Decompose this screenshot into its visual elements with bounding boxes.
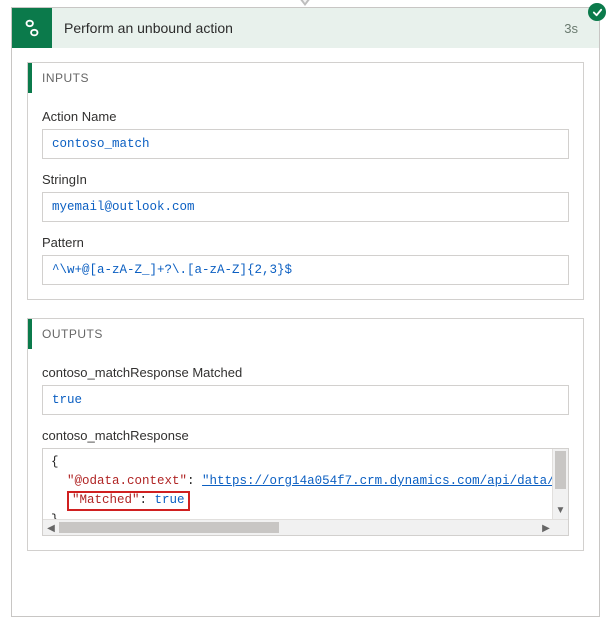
json-key-matched: "Matched" <box>72 493 140 507</box>
json-brace-open: { <box>51 455 59 469</box>
card-content: INPUTS Action Name contoso_match StringI… <box>12 48 599 616</box>
field-value-stringin[interactable]: myemail@outlook.com <box>42 192 569 222</box>
field-value-matched[interactable]: true <box>42 385 569 415</box>
json-val-matched: true <box>155 493 185 507</box>
card-header[interactable]: Perform an unbound action 3s <box>12 8 599 48</box>
field-label-stringin: StringIn <box>42 172 569 187</box>
vertical-scrollbar[interactable]: ▼ <box>552 449 568 519</box>
scroll-right-icon[interactable]: ▶ <box>538 520 554 536</box>
dataverse-icon <box>12 8 52 48</box>
card-title: Perform an unbound action <box>64 20 564 36</box>
field-label-matched: contoso_matchResponse Matched <box>42 365 569 380</box>
inputs-heading: INPUTS <box>28 63 569 93</box>
scroll-left-icon[interactable]: ◀ <box>43 520 59 536</box>
field-label-pattern: Pattern <box>42 235 569 250</box>
field-value-action-name[interactable]: contoso_match <box>42 129 569 159</box>
card-duration: 3s <box>564 21 599 36</box>
json-colon: : <box>187 474 202 488</box>
response-json-box[interactable]: { "@odata.context": "https://org14a054f7… <box>42 448 569 536</box>
field-value-pattern[interactable]: ^\w+@[a-zA-Z_]+?\.[a-zA-Z]{2,3}$ <box>42 255 569 285</box>
field-label-response: contoso_matchResponse <box>42 428 569 443</box>
scroll-down-icon[interactable]: ▼ <box>553 503 568 517</box>
outputs-section: OUTPUTS contoso_matchResponse Matched tr… <box>27 318 584 551</box>
field-label-action-name: Action Name <box>42 109 569 124</box>
json-link-odata[interactable]: "https://org14a054f7.crm.dynamics.com/ap… <box>202 474 555 488</box>
vertical-scroll-thumb[interactable] <box>555 451 566 489</box>
matched-highlight: "Matched": true <box>67 491 190 512</box>
outputs-heading: OUTPUTS <box>28 319 569 349</box>
flow-arrow-icon-inner <box>300 0 310 3</box>
horizontal-scroll-thumb[interactable] <box>59 522 279 533</box>
success-badge-icon <box>588 3 606 21</box>
inputs-section: INPUTS Action Name contoso_match StringI… <box>27 62 584 300</box>
horizontal-scrollbar[interactable]: ◀ ▶ <box>43 519 568 535</box>
json-key-odata: "@odata.context" <box>67 474 187 488</box>
action-card: Perform an unbound action 3s INPUTS Acti… <box>11 7 600 617</box>
